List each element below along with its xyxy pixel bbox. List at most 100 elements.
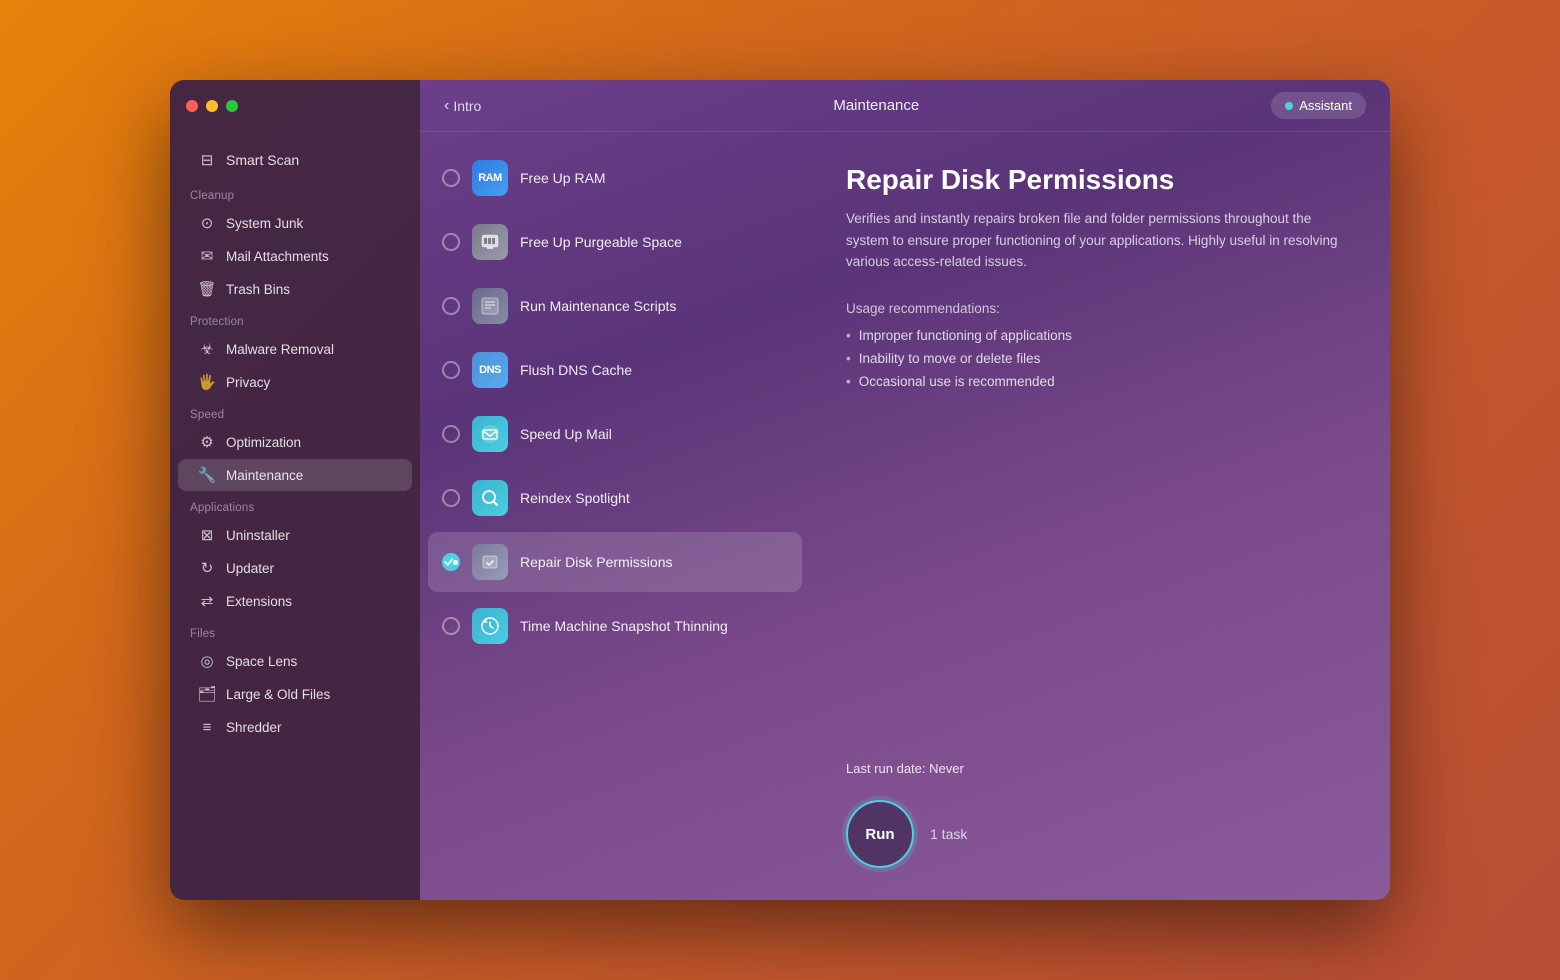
space-lens-icon: ◎	[198, 652, 216, 670]
label-reindex-spotlight: Reindex Spotlight	[520, 490, 630, 506]
label-speed-up-mail: Speed Up Mail	[520, 426, 612, 442]
icon-run-maintenance-scripts	[472, 288, 508, 324]
back-button[interactable]: ‹ Intro	[444, 97, 481, 115]
large-old-files-icon: 🗂	[198, 685, 216, 703]
icon-repair-disk-permissions	[472, 544, 508, 580]
assistant-dot-icon	[1285, 102, 1293, 110]
radio-run-maintenance-scripts[interactable]	[442, 297, 460, 315]
list-item-time-machine-snapshot[interactable]: Time Machine Snapshot Thinning	[428, 596, 802, 656]
radio-reindex-spotlight[interactable]	[442, 489, 460, 507]
section-label-protection: Protection	[170, 306, 420, 332]
label-free-up-ram: Free Up RAM	[520, 170, 606, 186]
main-content: ‹ Intro Maintenance Assistant RAM Free U…	[420, 80, 1390, 900]
extensions-icon: ⇄	[198, 592, 216, 610]
uninstaller-icon: ⊠	[198, 526, 216, 544]
icon-free-up-purgeable	[472, 224, 508, 260]
list-item-free-up-purgeable[interactable]: Free Up Purgeable Space	[428, 212, 802, 272]
usage-item-1: Improper functioning of applications	[846, 328, 1354, 343]
usage-item-3: Occasional use is recommended	[846, 374, 1354, 389]
sidebar-item-system-junk[interactable]: ⊙ System Junk	[178, 207, 412, 239]
list-item-repair-disk-permissions[interactable]: Repair Disk Permissions	[428, 532, 802, 592]
sidebar-malware-removal-label: Malware Removal	[226, 342, 334, 357]
section-label-speed: Speed	[170, 399, 420, 425]
sidebar-item-mail-attachments[interactable]: ✉ Mail Attachments	[178, 240, 412, 272]
sidebar-item-extensions[interactable]: ⇄ Extensions	[178, 585, 412, 617]
radio-speed-up-mail[interactable]	[442, 425, 460, 443]
radio-free-up-purgeable[interactable]	[442, 233, 460, 251]
close-button[interactable]	[186, 100, 198, 112]
list-item-free-up-ram[interactable]: RAM Free Up RAM	[428, 148, 802, 208]
sidebar-system-junk-label: System Junk	[226, 216, 303, 231]
content-area: RAM Free Up RAM	[420, 132, 1390, 900]
icon-free-up-ram: RAM	[472, 160, 508, 196]
sidebar-content: ⊟ Smart Scan Cleanup ⊙ System Junk ✉ Mai…	[170, 132, 420, 900]
app-window: ⊟ Smart Scan Cleanup ⊙ System Junk ✉ Mai…	[170, 80, 1390, 900]
sidebar-item-large-old-files[interactable]: 🗂 Large & Old Files	[178, 678, 412, 710]
sidebar-item-shredder[interactable]: ≡ Shredder	[178, 711, 412, 743]
shredder-icon: ≡	[198, 718, 216, 736]
list-item-speed-up-mail[interactable]: Speed Up Mail	[428, 404, 802, 464]
list-item-run-maintenance-scripts[interactable]: Run Maintenance Scripts	[428, 276, 802, 336]
run-button[interactable]: Run	[846, 800, 914, 868]
mail-attachments-icon: ✉	[198, 247, 216, 265]
sidebar-item-updater[interactable]: ↻ Updater	[178, 552, 412, 584]
sidebar-extensions-label: Extensions	[226, 594, 292, 609]
sidebar-item-smart-scan[interactable]: ⊟ Smart Scan	[178, 141, 412, 179]
label-flush-dns-cache: Flush DNS Cache	[520, 362, 632, 378]
section-label-applications: Applications	[170, 492, 420, 518]
usage-title: Usage recommendations:	[846, 301, 1354, 316]
back-chevron-icon: ‹	[444, 97, 449, 115]
radio-flush-dns-cache[interactable]	[442, 361, 460, 379]
list-panel: RAM Free Up RAM	[420, 132, 810, 900]
sidebar-optimization-label: Optimization	[226, 435, 301, 450]
smart-scan-icon: ⊟	[198, 151, 216, 169]
sidebar-trash-bins-label: Trash Bins	[226, 282, 290, 297]
radio-time-machine-snapshot[interactable]	[442, 617, 460, 635]
sidebar-item-maintenance[interactable]: 🔧 Maintenance	[178, 459, 412, 491]
last-run-text: Last run date: Never	[846, 761, 1354, 776]
list-item-flush-dns-cache[interactable]: DNS Flush DNS Cache	[428, 340, 802, 400]
updater-icon: ↻	[198, 559, 216, 577]
radio-repair-disk-permissions[interactable]	[442, 553, 460, 571]
sidebar-maintenance-label: Maintenance	[226, 468, 303, 483]
assistant-label: Assistant	[1299, 98, 1352, 113]
detail-footer: Last run date: Never Run 1 task	[846, 761, 1354, 868]
detail-description: Verifies and instantly repairs broken fi…	[846, 208, 1354, 273]
privacy-icon: 🖐	[198, 373, 216, 391]
header-title: Maintenance	[833, 97, 919, 114]
sidebar-smart-scan-label: Smart Scan	[226, 152, 299, 168]
minimize-button[interactable]	[206, 100, 218, 112]
icon-flush-dns-cache: DNS	[472, 352, 508, 388]
sidebar-uninstaller-label: Uninstaller	[226, 528, 290, 543]
icon-speed-up-mail	[472, 416, 508, 452]
malware-removal-icon: ☣	[198, 340, 216, 358]
label-repair-disk-permissions: Repair Disk Permissions	[520, 554, 672, 570]
sidebar-item-uninstaller[interactable]: ⊠ Uninstaller	[178, 519, 412, 551]
trash-bins-icon: 🗑	[198, 280, 216, 298]
sidebar-space-lens-label: Space Lens	[226, 654, 297, 669]
maximize-button[interactable]	[226, 100, 238, 112]
radio-free-up-ram[interactable]	[442, 169, 460, 187]
sidebar-item-privacy[interactable]: 🖐 Privacy	[178, 366, 412, 398]
back-label: Intro	[453, 98, 481, 114]
task-count: 1 task	[930, 826, 967, 842]
icon-time-machine-snapshot	[472, 608, 508, 644]
sidebar-item-space-lens[interactable]: ◎ Space Lens	[178, 645, 412, 677]
label-run-maintenance-scripts: Run Maintenance Scripts	[520, 298, 676, 314]
usage-item-2: Inability to move or delete files	[846, 351, 1354, 366]
sidebar: ⊟ Smart Scan Cleanup ⊙ System Junk ✉ Mai…	[170, 80, 420, 900]
sidebar-item-trash-bins[interactable]: 🗑 Trash Bins	[178, 273, 412, 305]
sidebar-privacy-label: Privacy	[226, 375, 270, 390]
sidebar-item-malware-removal[interactable]: ☣ Malware Removal	[178, 333, 412, 365]
icon-reindex-spotlight	[472, 480, 508, 516]
run-area: Run 1 task	[846, 800, 1354, 868]
list-item-reindex-spotlight[interactable]: Reindex Spotlight	[428, 468, 802, 528]
section-label-cleanup: Cleanup	[170, 180, 420, 206]
sidebar-mail-attachments-label: Mail Attachments	[226, 249, 329, 264]
section-label-files: Files	[170, 618, 420, 644]
optimization-icon: ⚙	[198, 433, 216, 451]
assistant-button[interactable]: Assistant	[1271, 92, 1366, 119]
usage-section: Usage recommendations: Improper function…	[846, 301, 1354, 389]
sidebar-item-optimization[interactable]: ⚙ Optimization	[178, 426, 412, 458]
header: ‹ Intro Maintenance Assistant	[420, 80, 1390, 132]
